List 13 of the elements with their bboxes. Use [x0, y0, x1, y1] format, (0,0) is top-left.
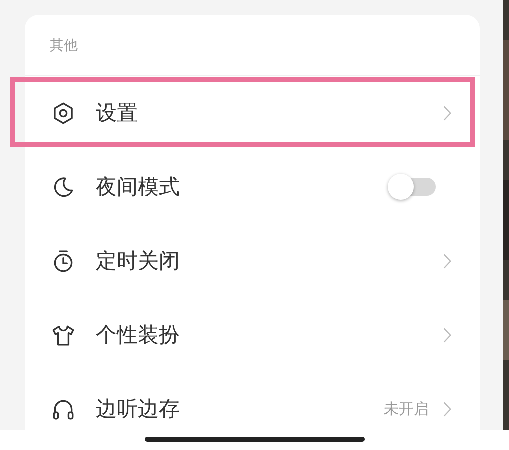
gear-icon	[51, 100, 76, 126]
chevron-icon	[443, 104, 452, 122]
chevron-icon	[443, 400, 452, 418]
menu-item-label[interactable]: 定时关闭	[96, 247, 180, 275]
menu-item-label[interactable]: 夜间模式	[96, 173, 180, 201]
chevron-icon	[443, 252, 452, 270]
menu-item-label[interactable]: 个性装扮	[96, 321, 180, 349]
section-title: 其他	[25, 15, 480, 76]
chevron-icon	[443, 326, 452, 344]
status-text: 未开启	[384, 400, 429, 418]
menu-item-label[interactable]: 设置	[96, 99, 138, 127]
menu-item-label[interactable]: 边听边存	[96, 395, 180, 423]
toggle-switch[interactable]	[388, 174, 436, 200]
